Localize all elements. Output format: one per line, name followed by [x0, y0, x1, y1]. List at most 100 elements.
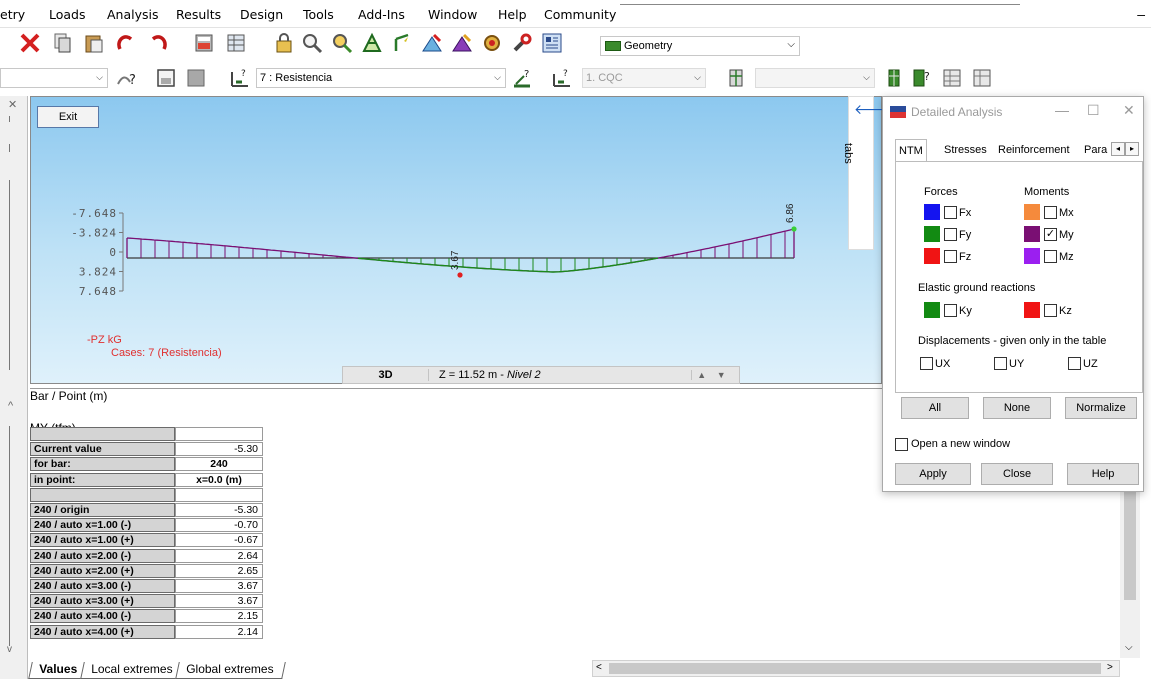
horizontal-scrollbar[interactable]: < >: [592, 660, 1120, 677]
loads-icon[interactable]: [420, 31, 444, 55]
chevron-right-icon[interactable]: ▸: [1125, 142, 1139, 156]
table-row[interactable]: for bar: 240: [30, 457, 263, 472]
table-row[interactable]: 240 / auto x=3.00 (-) 3.67: [30, 579, 263, 593]
menu-loads[interactable]: Loads: [49, 7, 86, 22]
menu-help[interactable]: Help: [498, 7, 527, 22]
fz-checkbox[interactable]: [944, 250, 957, 263]
scroll-thumb[interactable]: [1124, 488, 1136, 600]
level-spinner[interactable]: ▲ ▼: [691, 370, 731, 380]
menu-geometry[interactable]: etry: [0, 7, 25, 22]
menu-window[interactable]: Window: [428, 7, 477, 22]
chevron-left-icon[interactable]: ◂: [1111, 142, 1125, 156]
close-button[interactable]: Close: [981, 463, 1053, 485]
print-icon[interactable]: [940, 66, 964, 90]
chevron-down-icon[interactable]: ⌵: [1125, 642, 1133, 653]
table-row[interactable]: 240 / auto x=2.00 (-) 2.64: [30, 548, 263, 563]
close-icon[interactable]: ✕: [1123, 102, 1135, 119]
copy-icon[interactable]: [50, 31, 74, 55]
layout-select[interactable]: Geometry ⌵: [600, 36, 800, 56]
tabs-strip[interactable]: 🡐 tabs: [842, 96, 892, 250]
redo-icon[interactable]: [146, 31, 170, 55]
ky-checkbox[interactable]: [944, 304, 957, 317]
normalize-button[interactable]: Normalize: [1065, 397, 1137, 419]
tab-stresses[interactable]: Stresses: [941, 141, 990, 161]
results-icon[interactable]: [450, 31, 474, 55]
kz-checkbox[interactable]: [1044, 304, 1057, 317]
help-button[interactable]: Help: [1067, 463, 1139, 485]
tab-parameters[interactable]: Para: [1081, 141, 1110, 161]
fx-checkbox[interactable]: [944, 206, 957, 219]
table-row[interactable]: in point: x=0.0 (m): [30, 472, 263, 487]
open-new-window-checkbox[interactable]: [895, 438, 908, 451]
table-row[interactable]: 240 / auto x=2.00 (+) 2.65: [30, 563, 263, 578]
frame-icon[interactable]: [154, 66, 178, 90]
chevron-right-icon[interactable]: >: [1107, 662, 1113, 673]
menu-analysis[interactable]: Analysis: [107, 7, 159, 22]
zoom-window-icon[interactable]: [330, 31, 354, 55]
node-icon[interactable]: [882, 66, 906, 90]
lock-icon[interactable]: [272, 31, 296, 55]
scroll-thumb[interactable]: [609, 663, 1101, 674]
my-checkbox[interactable]: ✓: [1044, 228, 1057, 241]
column-header-bar-point[interactable]: Bar / Point (m): [30, 389, 175, 421]
minimize-icon[interactable]: —: [1055, 102, 1069, 118]
apply-button[interactable]: Apply: [895, 463, 971, 485]
table-row[interactable]: 240 / origin -5.30: [30, 503, 263, 517]
spin-up-icon[interactable]: ▲: [697, 370, 706, 380]
graphics-viewport[interactable]: Exit -7.648 -3.824 0 3.824 7.648 3.67 6.86 -PZ…: [30, 96, 882, 384]
design-icon[interactable]: [480, 31, 504, 55]
delete-icon[interactable]: [18, 31, 42, 55]
menu-design[interactable]: Design: [240, 7, 283, 22]
selection-combo[interactable]: ⌵: [0, 68, 108, 88]
print-preview-icon[interactable]: [970, 66, 994, 90]
tables-icon[interactable]: [224, 31, 248, 55]
close-icon[interactable]: ✕: [8, 98, 17, 111]
zoom-icon[interactable]: [300, 31, 324, 55]
menu-tools[interactable]: Tools: [303, 7, 334, 22]
all-button[interactable]: All: [901, 397, 969, 419]
view-mode-label[interactable]: 3D: [343, 369, 429, 381]
layout-icon[interactable]: [540, 31, 564, 55]
tab-ntm[interactable]: NTM: [895, 139, 927, 161]
table-row[interactable]: [30, 487, 263, 502]
query-icon[interactable]: ?: [114, 66, 138, 90]
load-cases-icon[interactable]: ?: [228, 66, 252, 90]
paste-icon[interactable]: [82, 31, 106, 55]
table-row[interactable]: 240 / auto x=4.00 (-) 2.15: [30, 609, 263, 624]
calculator-icon[interactable]: [192, 31, 216, 55]
spin-down-icon[interactable]: ▼: [717, 370, 726, 380]
chevron-left-icon[interactable]: <: [596, 662, 602, 673]
table-row[interactable]: 240 / auto x=1.00 (+) -0.67: [30, 533, 263, 548]
combination-icon[interactable]: ?: [550, 66, 574, 90]
table-row[interactable]: 240 / auto x=1.00 (-) -0.70: [30, 518, 263, 533]
menu-community[interactable]: Community: [544, 7, 616, 22]
chevron-down-icon[interactable]: v: [7, 644, 12, 655]
undo-icon[interactable]: [114, 31, 138, 55]
structure-icon[interactable]: [360, 31, 384, 55]
menu-addins[interactable]: Add-Ins: [358, 7, 405, 22]
node-query-icon[interactable]: ?: [910, 66, 934, 90]
mode-select[interactable]: ⌵: [755, 68, 875, 88]
tab-local-extremes[interactable]: Local extremes: [80, 662, 186, 679]
mx-checkbox[interactable]: [1044, 206, 1057, 219]
tab-reinforcement[interactable]: Reinforcement: [995, 141, 1073, 161]
uz-checkbox[interactable]: [1068, 357, 1081, 370]
menu-results[interactable]: Results: [176, 7, 221, 22]
mode-icon[interactable]: [724, 66, 748, 90]
chevron-up-icon[interactable]: ^: [8, 400, 13, 412]
none-button[interactable]: None: [983, 397, 1051, 419]
maximize-icon[interactable]: ☐: [1087, 102, 1100, 119]
table-row[interactable]: 240 / auto x=3.00 (+) 3.67: [30, 594, 263, 609]
case-select[interactable]: 7 : Resistencia ⌵: [256, 68, 506, 88]
supports-icon[interactable]: [390, 31, 414, 55]
table-row[interactable]: [30, 427, 263, 441]
ux-checkbox[interactable]: [920, 357, 933, 370]
minimize-button[interactable]: –: [1137, 6, 1145, 22]
combination-select[interactable]: 1. CQC ⌵: [582, 68, 706, 88]
uy-checkbox[interactable]: [994, 357, 1007, 370]
case-query-icon[interactable]: ?: [510, 66, 534, 90]
fy-checkbox[interactable]: [944, 228, 957, 241]
tab-global-extremes[interactable]: Global extremes: [175, 662, 287, 679]
grid-icon[interactable]: [184, 66, 208, 90]
table-row[interactable]: 240 / auto x=4.00 (+) 2.14: [30, 624, 263, 639]
